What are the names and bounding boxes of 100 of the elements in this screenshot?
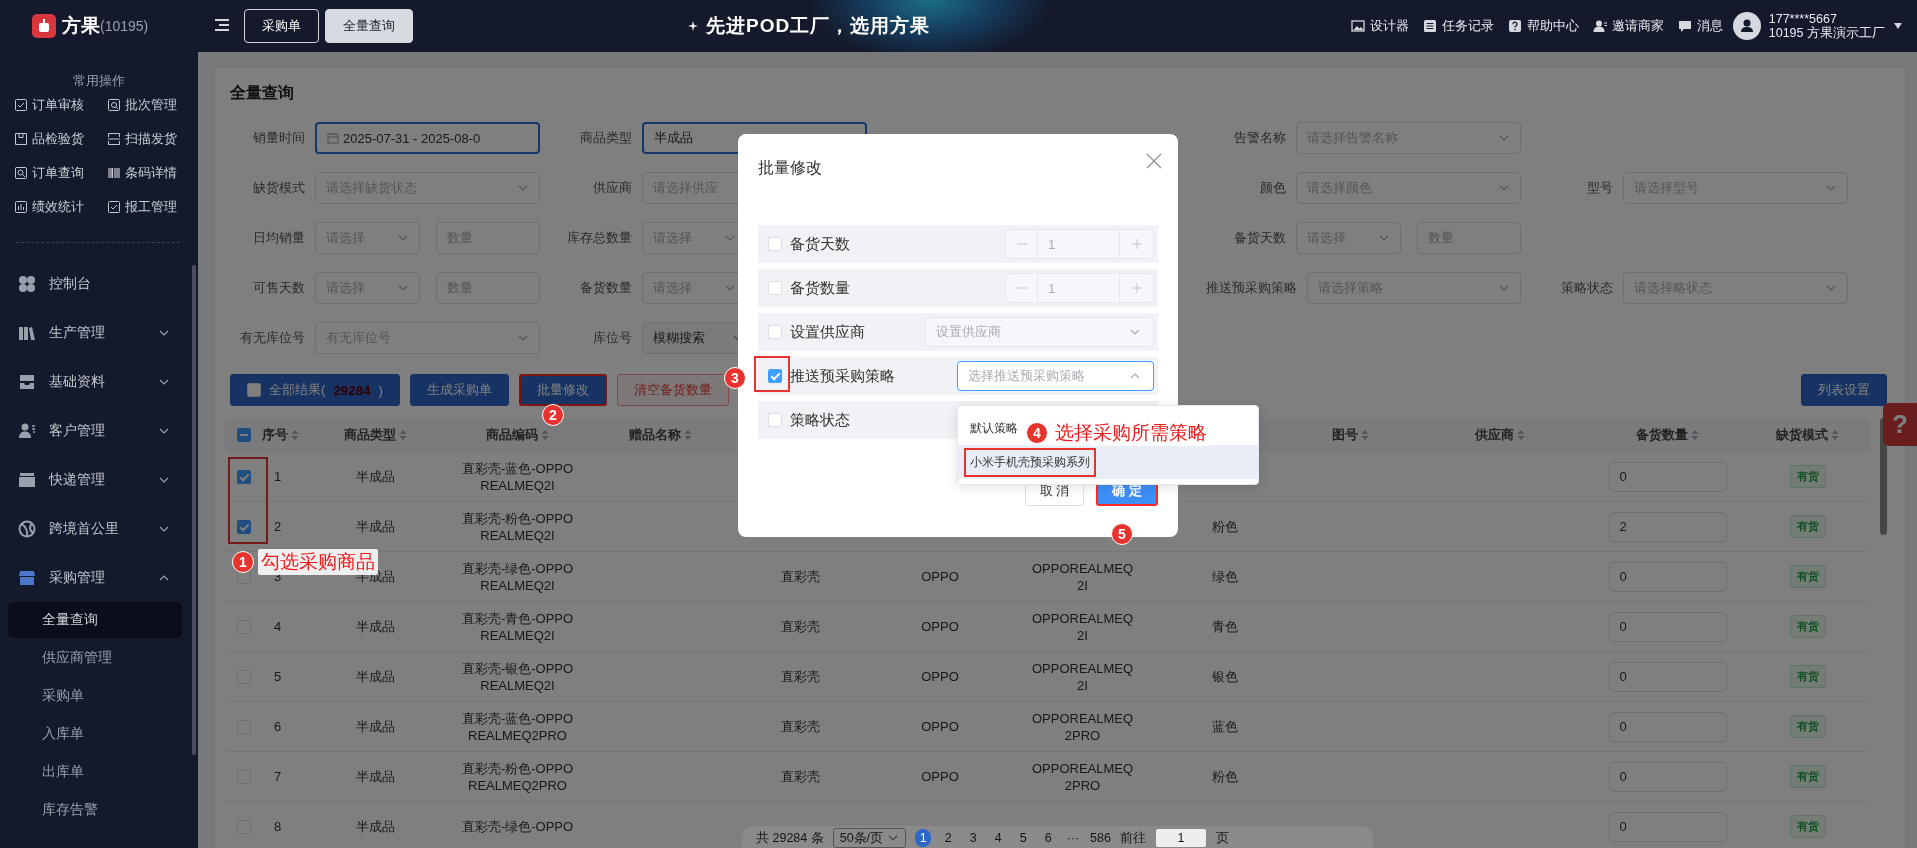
sort-icon[interactable] — [291, 429, 299, 441]
slogan: 先进POD工厂，选用方果 — [706, 14, 931, 38]
grid-icon — [18, 274, 36, 293]
shortcut-link[interactable]: 绩效统计 — [14, 198, 107, 216]
shortcut-link[interactable]: 条码详情 — [107, 164, 197, 182]
page-number[interactable]: ··· — [1065, 829, 1082, 847]
submenu-item[interactable]: 入库单 — [8, 716, 182, 752]
checkbox[interactable] — [236, 469, 251, 484]
toolbar-link[interactable]: 设计器 — [1350, 17, 1409, 35]
plus-icon[interactable] — [1131, 283, 1142, 293]
menu-item[interactable]: 跨境首公里 — [0, 504, 198, 553]
select-all-button[interactable]: 全部结果( 29284 ) — [230, 374, 400, 406]
page-number[interactable]: 586 — [1090, 829, 1111, 847]
toolbar-link[interactable]: 邀请商家 — [1592, 17, 1664, 35]
sparkle-icon — [688, 21, 698, 31]
logo-icon — [32, 14, 56, 38]
submenu-item[interactable]: 出库单 — [8, 754, 182, 790]
quantity-field[interactable]: 0 — [1608, 561, 1727, 592]
action-button[interactable]: 批量修改 — [518, 374, 607, 406]
avatar-icon[interactable] — [1732, 12, 1761, 40]
page-suffix: 页 — [1215, 829, 1229, 847]
checkbox[interactable] — [768, 369, 782, 383]
nav-tab[interactable]: 采购单 — [244, 9, 319, 43]
table-cell: 半成品 — [355, 668, 395, 685]
table-cell: 半成品 — [355, 468, 395, 485]
sort-icon[interactable] — [398, 429, 407, 441]
table-cell: 7 — [274, 768, 282, 785]
table-cell: 1 — [274, 468, 282, 485]
submenu-item[interactable]: 库存告警 — [8, 792, 182, 828]
submenu-item[interactable]: 全量查询 — [8, 602, 182, 638]
tray-icon — [18, 372, 36, 391]
close-icon[interactable] — [1146, 153, 1162, 169]
table-cell: OPPOREALMEQ 2PRO — [1031, 759, 1134, 794]
menu-icon[interactable] — [214, 17, 230, 32]
table-cell: 绿色 — [1212, 568, 1238, 585]
field-label: 推送预采购策略 — [1206, 279, 1298, 297]
shortcut-link[interactable]: 批次管理 — [107, 96, 197, 114]
shortcut-link[interactable]: 订单审核 — [14, 96, 107, 114]
shortcut-link[interactable]: 扫描发货 — [107, 130, 197, 148]
chat-icon — [1677, 19, 1692, 33]
page-number[interactable]: 4 — [990, 829, 1007, 847]
column-header: 备货数量 — [1636, 426, 1688, 444]
checklist-icon — [107, 200, 121, 214]
sort-icon[interactable] — [1831, 429, 1839, 441]
nav-tab[interactable]: 全量查询 — [325, 9, 413, 43]
field-label: 备货天数 — [1233, 229, 1287, 247]
shortcut-link[interactable]: 订单查询 — [14, 164, 107, 182]
checkbox[interactable] — [236, 428, 251, 442]
checkbox[interactable] — [236, 519, 251, 534]
quantity-field[interactable]: 0 — [1608, 461, 1727, 492]
quantity-field[interactable]: 2 — [1608, 511, 1727, 542]
date-range-field[interactable]: 2025-07-31 - 2025-08-0 — [315, 122, 540, 154]
field-label: 库位号 — [592, 329, 633, 347]
plus-icon[interactable] — [1131, 239, 1142, 249]
toolbar-link[interactable]: 帮助中心 — [1507, 17, 1579, 35]
column-settings-button[interactable]: 列表设置 — [1801, 374, 1887, 406]
dropdown-option[interactable]: 默认策略 — [958, 411, 1028, 445]
page-number[interactable]: 3 — [965, 829, 982, 847]
shortcut-link[interactable]: 报工管理 — [107, 198, 197, 216]
table-cell: OPPO — [921, 668, 959, 685]
help-tab[interactable]: ? — [1883, 403, 1917, 446]
field-label: 策略状态 — [790, 410, 850, 430]
toolbar-link[interactable]: 消息 — [1677, 17, 1723, 35]
quantity-field[interactable]: 0 — [1608, 761, 1727, 792]
menu-item[interactable]: 控制台 — [0, 259, 198, 308]
page-number[interactable]: 1 — [915, 829, 932, 847]
globe-icon — [18, 519, 36, 538]
submenu-item[interactable]: 供应商管理 — [8, 640, 182, 676]
toolbar-link[interactable]: 任务记录 — [1422, 17, 1494, 35]
goto-label: 前往 — [1119, 829, 1146, 847]
action-button[interactable]: 生成采购单 — [409, 374, 509, 406]
status-tag: 有货 — [1789, 765, 1826, 788]
quantity-field[interactable]: 0 — [1608, 661, 1727, 692]
table-cell: OPPO — [921, 718, 959, 735]
shortcut-link[interactable]: 品检验货 — [14, 130, 107, 148]
sort-icon[interactable] — [1517, 429, 1525, 441]
menu-item[interactable]: 基础资料 — [0, 357, 198, 406]
sort-icon[interactable] — [1691, 429, 1699, 441]
sort-icon[interactable] — [541, 429, 549, 441]
quantity-field[interactable]: 0 — [1608, 711, 1727, 742]
sort-icon[interactable] — [1360, 429, 1369, 441]
page-size-select[interactable]: 50条/页 — [832, 828, 907, 848]
menu-item[interactable]: 快递管理 — [0, 455, 198, 504]
page-input[interactable]: 1 — [1154, 828, 1207, 848]
menu-item[interactable]: 客户管理 — [0, 406, 198, 455]
menu-item[interactable]: 生产管理 — [0, 308, 198, 357]
sort-icon[interactable] — [683, 429, 692, 441]
submenu-item[interactable]: 采购单 — [8, 678, 182, 714]
field-label: 推送预采购策略 — [790, 366, 895, 386]
dialog-title: 批量修改 — [758, 158, 822, 178]
page-number[interactable]: 5 — [1015, 829, 1032, 847]
page-number[interactable]: 2 — [940, 829, 957, 847]
quantity-field[interactable]: 0 — [1608, 811, 1727, 842]
quantity-field[interactable]: 0 — [1608, 611, 1727, 642]
dropdown-option[interactable]: 小米手机壳预采购系列 — [958, 445, 1258, 479]
menu-item[interactable]: 采购管理 — [0, 553, 198, 602]
caret-icon[interactable] — [1893, 22, 1903, 30]
user-icon — [18, 421, 36, 440]
field-label: 商品类型 — [579, 129, 633, 147]
page-number[interactable]: 6 — [1040, 829, 1057, 847]
